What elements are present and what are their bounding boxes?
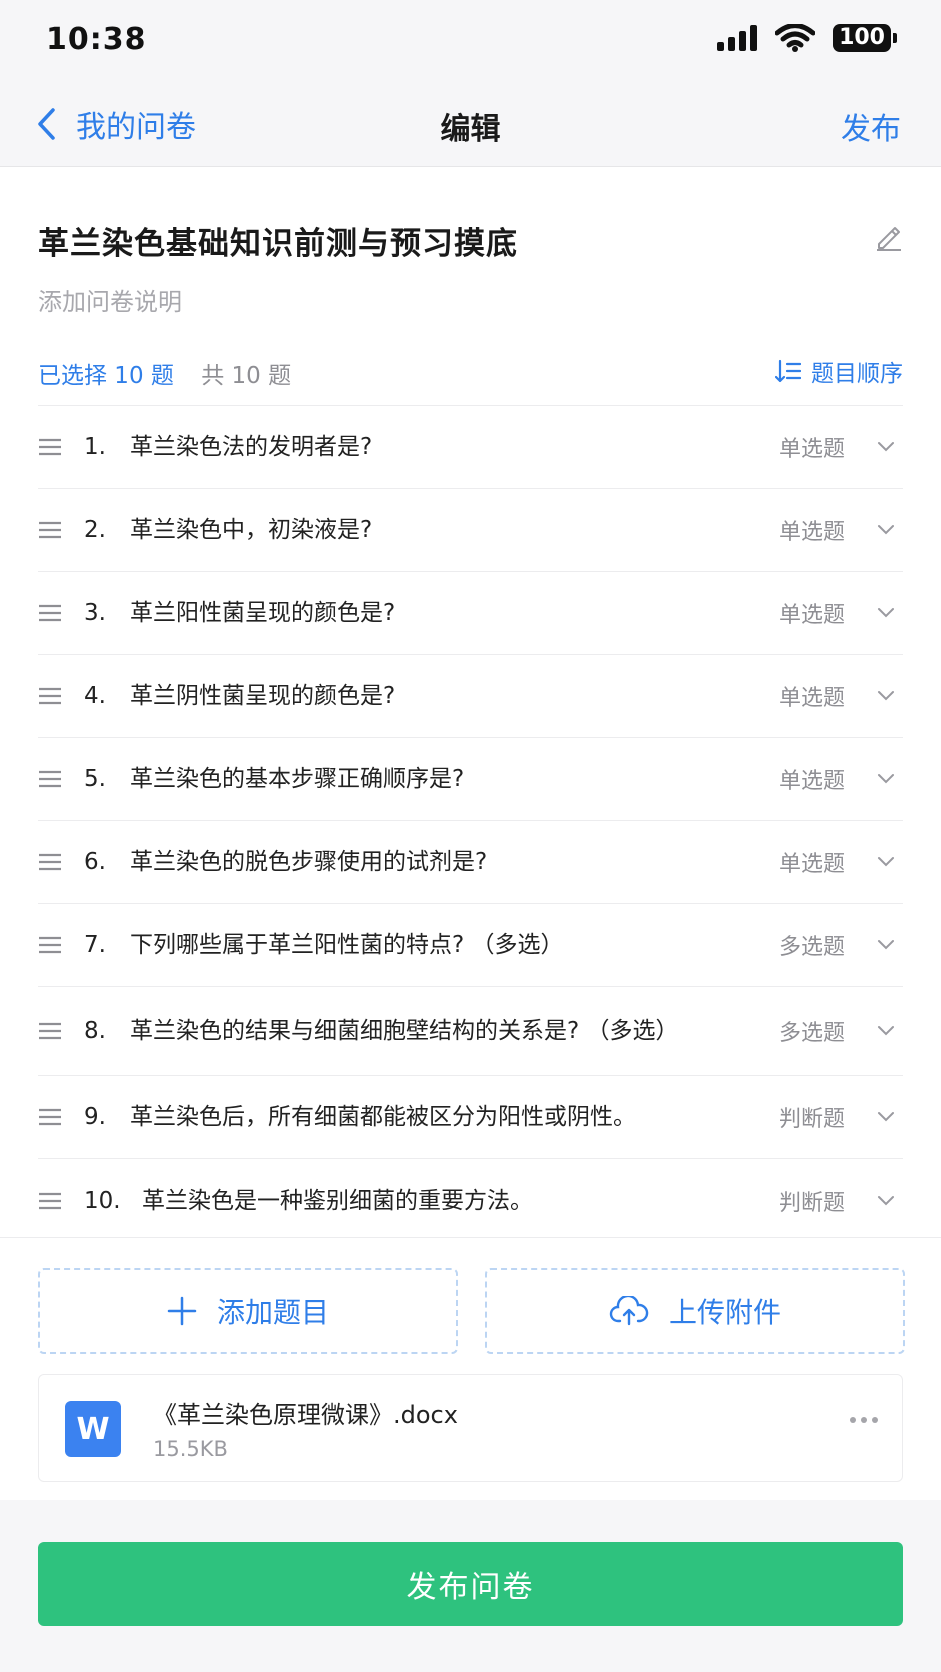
- add-question-label: 添加题目: [216, 1296, 329, 1329]
- question-number: 7.: [84, 932, 106, 958]
- add-question-button[interactable]: 添加题目: [38, 1268, 458, 1354]
- battery-icon: 100: [833, 24, 897, 52]
- chevron-down-icon[interactable]: [877, 1025, 895, 1037]
- question-number: 6.: [84, 849, 106, 875]
- question-type: 单选题: [778, 686, 845, 711]
- status-icons: 100: [717, 24, 897, 52]
- drag-handle-icon[interactable]: [38, 936, 62, 954]
- question-row[interactable]: 10. 革兰染色是一种鉴别细菌的重要方法。 判断题: [38, 1159, 903, 1242]
- question-text: 革兰阳性菌呈现的颜色是?: [130, 600, 396, 626]
- question-type: 单选题: [778, 769, 845, 794]
- question-row[interactable]: 1. 革兰染色法的发明者是? 单选题: [38, 406, 903, 489]
- edit-title-button[interactable]: [873, 220, 905, 256]
- chevron-down-icon[interactable]: [877, 524, 895, 536]
- question-row[interactable]: 3. 革兰阳性菌呈现的颜色是? 单选题: [38, 572, 903, 655]
- question-row[interactable]: 2. 革兰染色中，初染液是? 单选题: [38, 489, 903, 572]
- question-number: 10.: [84, 1187, 121, 1214]
- status-time: 10:38: [46, 22, 147, 57]
- drag-handle-icon[interactable]: [38, 1022, 62, 1040]
- word-doc-icon: W: [65, 1401, 121, 1457]
- survey-description-input[interactable]: 添加问卷说明: [38, 282, 182, 317]
- question-number: 9.: [84, 1104, 106, 1130]
- chevron-down-icon[interactable]: [877, 1111, 895, 1123]
- chevron-down-icon[interactable]: [877, 773, 895, 785]
- question-list: 1. 革兰染色法的发明者是? 单选题 2. 革兰染色中，初染液是? 单选题 3.…: [38, 405, 903, 1242]
- page-title: 编辑: [440, 112, 501, 147]
- attachment-card[interactable]: W 《革兰染色原理微课》.docx 15.5KB: [38, 1374, 903, 1482]
- question-row[interactable]: 7. 下列哪些属于革兰阳性菌的特点? （多选） 多选题: [38, 904, 903, 987]
- publish-survey-button[interactable]: 发布问卷: [38, 1542, 903, 1626]
- question-type: 单选题: [778, 852, 845, 877]
- question-text: 革兰阴性菌呈现的颜色是?: [130, 683, 396, 709]
- upload-attachment-label: 上传附件: [668, 1296, 781, 1329]
- question-type: 单选题: [778, 603, 845, 628]
- more-options-icon[interactable]: [850, 1417, 878, 1423]
- status-bar: 10:38 100: [0, 0, 941, 82]
- chevron-down-icon[interactable]: [877, 856, 895, 868]
- question-text: 革兰染色后，所有细菌都能被区分为阳性或阴性。: [130, 1104, 636, 1130]
- plus-icon: [167, 1296, 197, 1326]
- question-text: 革兰染色中，初染液是?: [130, 517, 373, 543]
- question-number: 3.: [84, 600, 106, 626]
- question-text: 革兰染色法的发明者是?: [130, 434, 373, 460]
- survey-title: 革兰染色基础知识前测与预习摸底: [38, 226, 518, 262]
- battery-level: 100: [833, 24, 891, 52]
- chevron-down-icon[interactable]: [877, 939, 895, 951]
- drag-handle-icon[interactable]: [38, 1192, 62, 1210]
- wifi-icon: [775, 24, 816, 52]
- question-row[interactable]: 4. 革兰阴性菌呈现的颜色是? 单选题: [38, 655, 903, 738]
- question-row[interactable]: 9. 革兰染色后，所有细菌都能被区分为阳性或阴性。 判断题: [38, 1076, 903, 1159]
- question-type: 单选题: [778, 520, 845, 545]
- question-number: 2.: [84, 517, 106, 543]
- nav-bar: 我的问卷 编辑 发布: [0, 82, 941, 167]
- question-order-label: 题目顺序: [811, 361, 903, 387]
- drag-handle-icon[interactable]: [38, 1108, 62, 1126]
- question-type: 多选题: [778, 935, 845, 960]
- drag-handle-icon[interactable]: [38, 604, 62, 622]
- question-type: 判断题: [778, 1107, 845, 1132]
- drag-handle-icon[interactable]: [38, 438, 62, 456]
- cloud-upload-icon: [609, 1296, 649, 1326]
- pencil-icon: [877, 227, 901, 251]
- question-order-button[interactable]: 题目顺序: [775, 354, 903, 388]
- question-type: 多选题: [778, 1021, 845, 1046]
- question-row[interactable]: 5. 革兰染色的基本步骤正确顺序是? 单选题: [38, 738, 903, 821]
- publish-nav-button[interactable]: 发布: [841, 104, 901, 148]
- drag-handle-icon[interactable]: [38, 687, 62, 705]
- question-number: 8.: [84, 1018, 106, 1044]
- question-text: 革兰染色的基本步骤正确顺序是?: [130, 766, 465, 792]
- chevron-down-icon[interactable]: [877, 441, 895, 453]
- upload-attachment-button[interactable]: 上传附件: [485, 1268, 905, 1354]
- question-number: 1.: [84, 434, 106, 460]
- attachment-name: 《革兰染色原理微课》.docx: [153, 1401, 458, 1429]
- cellular-signal-icon: [717, 25, 758, 51]
- attachment-size: 15.5KB: [153, 1437, 228, 1461]
- question-text: 革兰染色的脱色步骤使用的试剂是?: [130, 849, 488, 875]
- selection-summary: 已选择 10 题 共 10 题: [38, 356, 291, 390]
- chevron-down-icon[interactable]: [877, 690, 895, 702]
- question-type: 单选题: [778, 437, 845, 462]
- question-number: 4.: [84, 683, 106, 709]
- selected-count[interactable]: 已选择 10 题: [38, 363, 174, 389]
- chevron-down-icon[interactable]: [877, 607, 895, 619]
- question-text: 革兰染色的结果与细菌细胞壁结构的关系是? （多选）: [130, 1018, 679, 1044]
- drag-handle-icon[interactable]: [38, 521, 62, 539]
- chevron-down-icon[interactable]: [877, 1195, 895, 1207]
- question-row[interactable]: 8. 革兰染色的结果与细菌细胞壁结构的关系是? （多选） 多选题: [38, 987, 903, 1076]
- question-number: 5.: [84, 766, 106, 792]
- drag-handle-icon[interactable]: [38, 770, 62, 788]
- question-type: 判断题: [778, 1190, 845, 1216]
- question-text: 下列哪些属于革兰阳性菌的特点? （多选）: [130, 932, 564, 958]
- drag-handle-icon[interactable]: [38, 853, 62, 871]
- divider: [0, 1237, 941, 1238]
- question-text: 革兰染色是一种鉴别细菌的重要方法。: [142, 1187, 533, 1214]
- total-count: 共 10 题: [201, 363, 292, 389]
- question-row[interactable]: 6. 革兰染色的脱色步骤使用的试剂是? 单选题: [38, 821, 903, 904]
- sort-icon: [775, 359, 801, 383]
